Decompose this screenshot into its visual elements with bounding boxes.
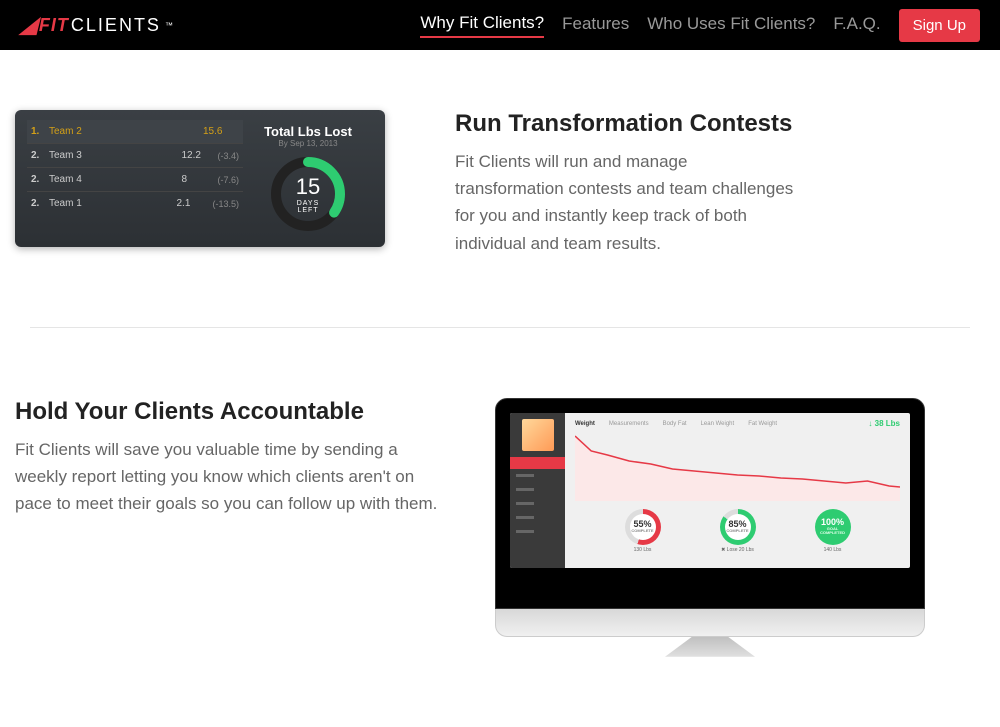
team-name: Team 1 xyxy=(49,198,176,209)
divider xyxy=(30,327,970,328)
team-score: 12.2 xyxy=(181,150,211,161)
team-row: 2. Team 4 8 (-7.6) xyxy=(27,168,243,192)
gauge-label: 140 Lbs xyxy=(815,547,851,553)
sidebar-item xyxy=(510,471,565,483)
logo-fit: FIT xyxy=(39,15,69,36)
section-body: Fit Clients will save you valuable time … xyxy=(15,436,445,518)
avatar xyxy=(522,419,554,451)
team-row: 1. Team 2 15.6 xyxy=(27,120,243,144)
nav-who[interactable]: Who Uses Fit Clients? xyxy=(647,14,815,37)
teams-list: 1. Team 2 15.6 2. Team 3 12.2 (-3.4) 2. … xyxy=(27,120,243,237)
tab-bodyfat: Body Fat xyxy=(663,421,687,427)
days-num: 15 xyxy=(288,174,328,200)
gauges: 55%COMPLETE 130 Lbs 85%COMPLETE ✖ Lose 2… xyxy=(575,509,900,553)
sidebar-item-active xyxy=(510,457,565,469)
section-accountable: Hold Your Clients Accountable Fit Client… xyxy=(15,398,985,657)
team-name: Team 3 xyxy=(49,150,181,161)
sidebar-item xyxy=(510,485,565,497)
gauge-circle-icon: 85%COMPLETE xyxy=(720,509,756,545)
gauge-circle-icon: 55%COMPLETE xyxy=(625,509,661,545)
flame-icon: ◢ xyxy=(20,12,37,38)
weight-chart xyxy=(575,431,900,501)
nav-why[interactable]: Why Fit Clients? xyxy=(420,13,544,38)
gauge: 85%COMPLETE ✖ Lose 20 Lbs xyxy=(720,509,756,553)
days-label: DAYS LEFT xyxy=(288,200,328,214)
team-rank: 2. xyxy=(31,150,49,161)
gauge-circle-icon: 100%GOAL COMPLETED xyxy=(815,509,851,545)
weight-change-badge: ↓ 38 Lbs xyxy=(868,419,900,428)
imac-chin xyxy=(495,609,925,637)
tab-fat: Fat Weight xyxy=(748,421,777,427)
header: ◢ FIT CLIENTS ™ Why Fit Clients? Feature… xyxy=(0,0,1000,50)
sidebar-item xyxy=(510,513,565,525)
nav-faq[interactable]: F.A.Q. xyxy=(833,14,880,37)
section-heading: Hold Your Clients Accountable xyxy=(15,398,445,426)
team-score: 2.1 xyxy=(176,198,206,209)
team-rank: 2. xyxy=(31,198,49,209)
tab-measurements: Measurements xyxy=(609,421,649,427)
contest-title: Total Lbs Lost xyxy=(264,124,352,139)
contest-date: By Sep 13, 2013 xyxy=(278,139,337,148)
tab-weight: Weight xyxy=(575,421,595,427)
team-rank: 1. xyxy=(31,126,49,137)
content: 1. Team 2 15.6 2. Team 3 12.2 (-3.4) 2. … xyxy=(0,50,1000,657)
section-heading: Run Transformation Contests xyxy=(455,110,795,138)
signup-button[interactable]: Sign Up xyxy=(899,9,980,42)
logo-clients: CLIENTS xyxy=(71,15,161,36)
team-score: 15.6 xyxy=(203,126,233,137)
sidebar-item xyxy=(510,527,565,539)
team-row: 2. Team 3 12.2 (-3.4) xyxy=(27,144,243,168)
nav-features[interactable]: Features xyxy=(562,14,629,37)
section-body: Fit Clients will run and manage transfor… xyxy=(455,148,795,257)
section-text: Run Transformation Contests Fit Clients … xyxy=(455,110,795,257)
tab-lean: Lean Weight xyxy=(701,421,735,427)
imac-mockup: Weight Measurements Body Fat Lean Weight… xyxy=(495,398,925,657)
gauge: 100%GOAL COMPLETED 140 Lbs xyxy=(815,509,851,553)
team-row: 2. Team 1 2.1 (-13.5) xyxy=(27,192,243,215)
team-name: Team 4 xyxy=(49,174,181,185)
gauge-sub: GOAL COMPLETED xyxy=(820,527,846,535)
gauge: 55%COMPLETE 130 Lbs xyxy=(625,509,661,553)
section-text: Hold Your Clients Accountable Fit Client… xyxy=(15,398,445,518)
gauge-sub: COMPLETE xyxy=(726,529,748,533)
gauge-label: 130 Lbs xyxy=(625,547,661,553)
section-contests: 1. Team 2 15.6 2. Team 3 12.2 (-3.4) 2. … xyxy=(15,110,985,257)
main-nav: Why Fit Clients? Features Who Uses Fit C… xyxy=(420,9,980,42)
team-diff: (-7.6) xyxy=(217,175,239,185)
gauge-label: ✖ Lose 20 Lbs xyxy=(720,547,756,553)
logo-tm: ™ xyxy=(165,21,173,30)
days-left-donut: 15 DAYS LEFT xyxy=(268,154,348,234)
imac-stand xyxy=(665,637,755,657)
sidebar-item xyxy=(510,499,565,511)
chart-tabs: Weight Measurements Body Fat Lean Weight… xyxy=(575,421,900,427)
team-diff: (-3.4) xyxy=(217,151,239,161)
contest-widget: 1. Team 2 15.6 2. Team 3 12.2 (-3.4) 2. … xyxy=(15,110,385,247)
gauge-sub: COMPLETE xyxy=(631,529,653,533)
team-score: 8 xyxy=(181,174,211,185)
contest-summary: Total Lbs Lost By Sep 13, 2013 15 DAYS L… xyxy=(243,120,373,237)
team-diff: (-13.5) xyxy=(212,199,239,209)
team-name: Team 2 xyxy=(49,126,203,137)
imac-screen: Weight Measurements Body Fat Lean Weight… xyxy=(495,398,925,609)
logo[interactable]: ◢ FIT CLIENTS ™ xyxy=(20,12,173,38)
team-rank: 2. xyxy=(31,174,49,185)
